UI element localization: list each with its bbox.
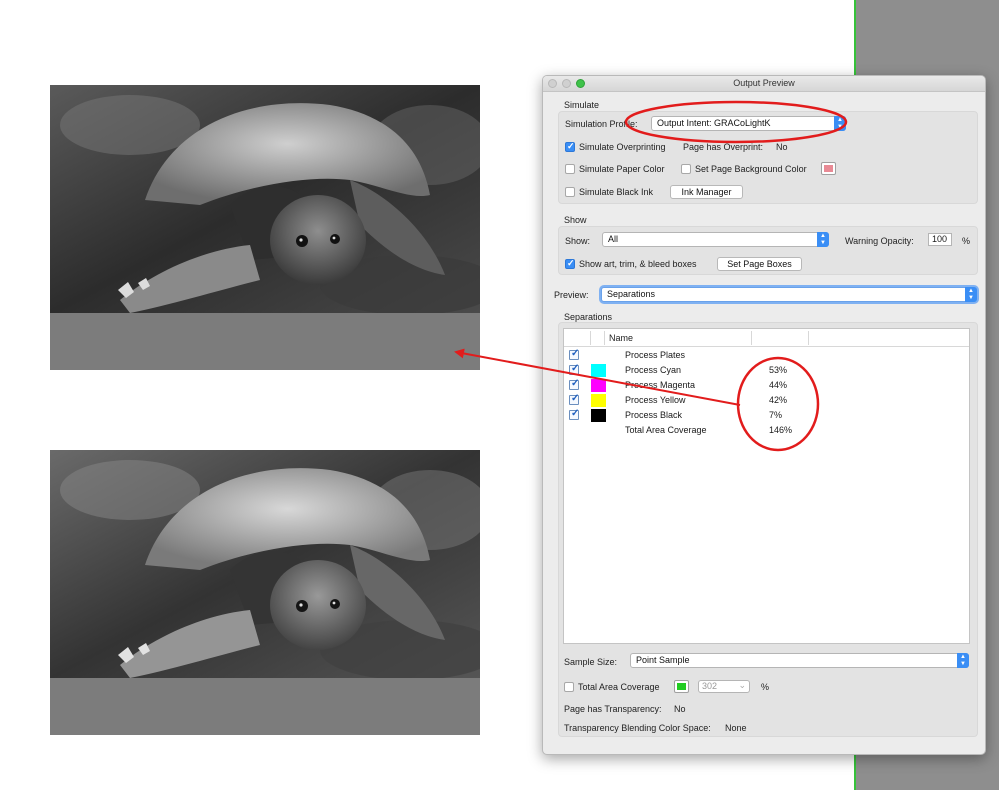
separations-section-label: Separations — [564, 312, 613, 322]
select-arrows-icon: ▲ ▼ — [965, 287, 977, 302]
separation-name: Process Cyan — [625, 365, 682, 375]
simulate-section-label: Simulate — [564, 100, 600, 110]
separation-percent: 44% — [769, 380, 788, 390]
select-arrows-icon: ▲ ▼ — [817, 232, 829, 247]
page-has-transparency-label: Page has Transparency: — [564, 704, 662, 714]
dialog-titlebar[interactable]: Output Preview — [543, 76, 985, 92]
simulate-overprinting-label: Simulate Overprinting — [579, 142, 666, 152]
turtle-image-top — [50, 85, 480, 370]
separation-checkbox[interactable] — [569, 393, 579, 405]
sample-size-value: Point Sample — [636, 655, 690, 665]
separation-row-process-magenta[interactable]: Process Magenta 44% — [564, 378, 969, 393]
set-page-bg-label: Set Page Background Color — [695, 164, 807, 174]
tac-percent: % — [761, 682, 770, 692]
separation-name: Process Plates — [625, 350, 686, 360]
select-arrows-icon: ▲ ▼ — [834, 116, 846, 131]
column-divider — [751, 331, 752, 345]
separation-name: Process Magenta — [625, 380, 696, 390]
separation-name: Process Black — [625, 410, 683, 420]
select-arrows-icon: ▲ ▼ — [957, 653, 969, 668]
page-has-overprint-label: Page has Overprint: — [683, 142, 764, 152]
sample-size-select[interactable]: Point Sample ▲ ▼ — [630, 653, 969, 668]
warning-opacity-label: Warning Opacity: — [845, 236, 914, 246]
blending-color-space-label: Transparency Blending Color Space: — [564, 723, 711, 733]
simulate-black-ink-label: Simulate Black Ink — [579, 187, 654, 197]
separation-row-process-cyan[interactable]: Process Cyan 53% — [564, 363, 969, 378]
simulate-overprinting-checkbox[interactable] — [565, 141, 575, 152]
separation-name: Process Yellow — [625, 395, 686, 405]
show-boxes-checkbox[interactable] — [565, 258, 575, 269]
gray-band-top — [50, 313, 480, 370]
column-divider — [590, 331, 591, 345]
preview-select[interactable]: Separations ▲ ▼ — [601, 287, 977, 302]
show-select[interactable]: All ▲ ▼ — [602, 232, 829, 247]
column-divider — [808, 331, 809, 345]
separations-table: Name Process Plates Process Cyan 53% Pro… — [563, 328, 970, 644]
tac-value-combobox[interactable]: 302 ⌄ — [698, 680, 750, 693]
ink-manager-button[interactable]: Ink Manager — [670, 185, 743, 199]
show-boxes-label: Show art, trim, & bleed boxes — [579, 259, 697, 269]
set-page-boxes-button[interactable]: Set Page Boxes — [717, 257, 802, 271]
preview-value: Separations — [607, 289, 656, 299]
sample-size-label: Sample Size: — [564, 657, 618, 667]
simulate-group: Simulation Profile: Output Intent: GRACo… — [558, 111, 978, 204]
gray-band-bottom — [50, 678, 480, 735]
show-group: Show: All ▲▼ Warning Opacity: 100 % Show… — [558, 226, 978, 275]
separation-row-process-plates[interactable]: Process Plates — [564, 348, 969, 363]
turtle-image-bottom — [50, 450, 480, 735]
separation-row-process-yellow[interactable]: Process Yellow 42% — [564, 393, 969, 408]
output-preview-dialog: Output Preview Simulate Simulation Profi… — [542, 75, 986, 755]
close-window-button[interactable] — [548, 79, 557, 88]
minimize-window-button[interactable] — [562, 79, 571, 88]
separation-row-process-black[interactable]: Process Black 7% — [564, 408, 969, 423]
separation-percent: 146% — [769, 425, 793, 435]
tac-color-swatch[interactable] — [674, 680, 689, 693]
page-has-transparency-value: No — [674, 704, 686, 714]
separation-checkbox[interactable] — [569, 363, 579, 375]
simulate-black-ink-checkbox[interactable] — [565, 187, 575, 197]
total-area-coverage-checkbox[interactable] — [564, 682, 574, 692]
magenta-swatch — [591, 379, 606, 392]
preview-label: Preview: — [554, 290, 589, 300]
simulate-paper-color-label: Simulate Paper Color — [579, 164, 665, 174]
separation-percent: 53% — [769, 365, 788, 375]
show-section-label: Show — [564, 215, 587, 225]
name-column-header[interactable]: Name — [609, 333, 633, 343]
separation-row-total-area-coverage: Total Area Coverage 146% — [564, 423, 969, 438]
separation-checkbox[interactable] — [569, 348, 579, 360]
set-page-bg-checkbox[interactable] — [681, 164, 691, 174]
show-value: All — [608, 234, 619, 244]
warning-opacity-percent: % — [962, 236, 971, 246]
separation-percent: 42% — [769, 395, 788, 405]
separation-checkbox[interactable] — [569, 408, 579, 420]
separation-checkbox[interactable] — [569, 378, 579, 390]
cyan-swatch — [591, 364, 606, 377]
separation-name: Total Area Coverage — [625, 425, 707, 435]
separations-table-header: Name — [564, 329, 969, 347]
blending-color-space-value: None — [725, 723, 747, 733]
dialog-title: Output Preview — [733, 78, 795, 88]
column-divider — [604, 331, 605, 345]
photo-top — [50, 85, 480, 313]
page-bg-color-swatch[interactable] — [821, 162, 836, 175]
simulation-profile-label: Simulation Profile: — [565, 119, 638, 129]
simulate-paper-color-checkbox[interactable] — [565, 164, 575, 174]
photo-bottom — [50, 450, 480, 678]
zoom-window-button[interactable] — [576, 79, 585, 88]
simulation-profile-value: Output Intent: GRACoLightK — [657, 118, 771, 128]
chevron-down-icon: ⌄ — [738, 680, 746, 690]
black-swatch — [591, 409, 606, 422]
tac-value: 302 — [702, 681, 718, 691]
page-has-overprint-value: No — [776, 142, 788, 152]
simulation-profile-select[interactable]: Output Intent: GRACoLightK ▲ ▼ — [651, 116, 846, 131]
separation-percent: 7% — [769, 410, 783, 420]
yellow-swatch — [591, 394, 606, 407]
show-label: Show: — [565, 236, 591, 246]
total-area-coverage-label: Total Area Coverage — [578, 682, 660, 692]
warning-opacity-field[interactable]: 100 — [928, 233, 952, 246]
